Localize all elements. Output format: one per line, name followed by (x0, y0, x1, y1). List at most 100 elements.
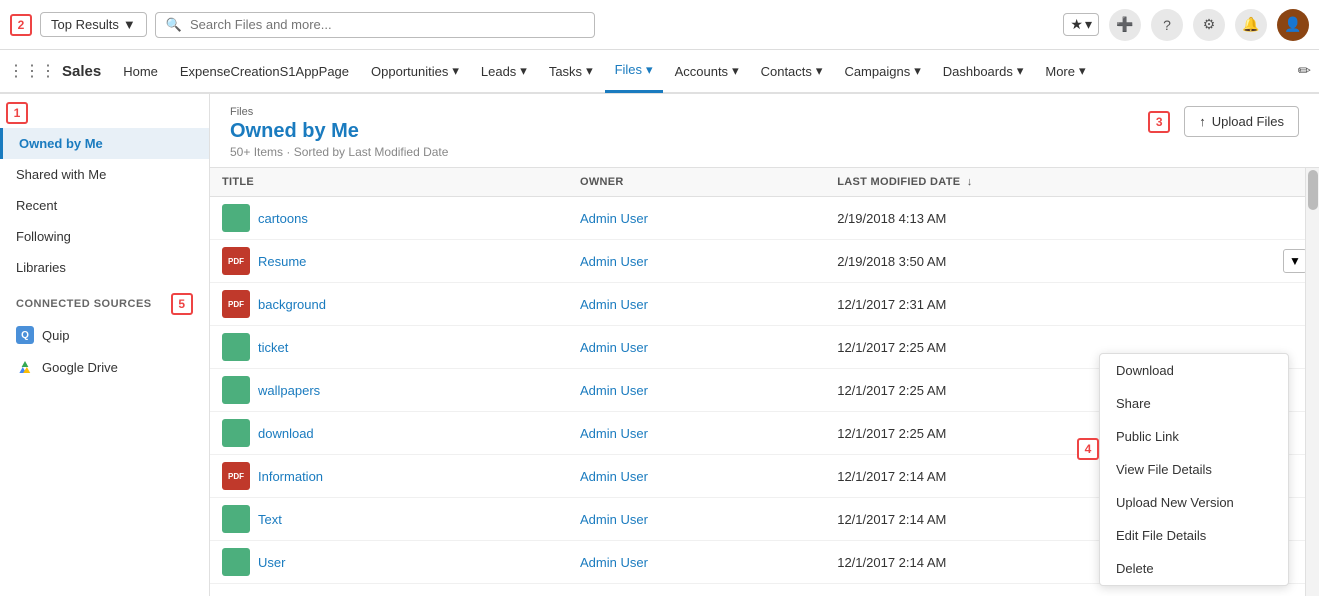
owner-link[interactable]: Admin User (580, 426, 648, 441)
scrollbar-thumb[interactable] (1308, 170, 1318, 210)
notifications-button[interactable]: 🔔 (1235, 9, 1267, 41)
owner-link[interactable]: Admin User (580, 211, 648, 226)
content-header-left: Files Owned by Me 50+ Items · Sorted by … (230, 106, 448, 159)
file-name-link[interactable]: background (258, 297, 326, 312)
file-date-cell: 12/1/2017 2:31 AM (825, 283, 1271, 326)
file-icon (222, 505, 250, 533)
owner-link[interactable]: Admin User (580, 512, 648, 527)
file-name-link[interactable]: ticket (258, 340, 288, 355)
top-results-button[interactable]: Top Results ▼ (40, 12, 147, 37)
nav-item-more[interactable]: More ▾ (1035, 49, 1095, 93)
breadcrumb: Files (230, 106, 448, 118)
nav-logo: ⋮⋮⋮ Sales (8, 61, 101, 81)
owner-link[interactable]: Admin User (580, 297, 648, 312)
page-title: Owned by Me (230, 120, 448, 143)
search-input[interactable] (190, 17, 584, 32)
dropdown-menu-item[interactable]: Edit File Details (1100, 519, 1288, 552)
sidebar-item-libraries[interactable]: Libraries (0, 252, 209, 283)
file-owner-cell: Admin User (568, 369, 825, 412)
owner-link[interactable]: Admin User (580, 340, 648, 355)
file-icon: PDF (222, 247, 250, 275)
file-name-link[interactable]: cartoons (258, 211, 308, 226)
sort-icon: ↓ (967, 176, 973, 188)
edit-nav-icon[interactable]: ✏ (1298, 61, 1311, 81)
sidebar-item-recent[interactable]: Recent (0, 190, 209, 221)
file-icon: PDF (222, 290, 250, 318)
table-header-row: TITLE OWNER LAST MODIFIED DATE ↓ (210, 168, 1319, 197)
settings-button[interactable]: ⚙ (1193, 9, 1225, 41)
nav-label-accounts: Accounts (675, 64, 728, 79)
sidebar-item-following[interactable]: Following (0, 221, 209, 252)
nav-item-campaigns[interactable]: Campaigns ▾ (834, 49, 930, 93)
owner-link[interactable]: Admin User (580, 469, 648, 484)
file-title-cell: cartoons (210, 197, 568, 240)
file-icon: PDF (222, 462, 250, 490)
sidebar-label-recent: Recent (16, 198, 57, 213)
file-name-link[interactable]: User (258, 555, 285, 570)
nav-item-dashboards[interactable]: Dashboards ▾ (933, 49, 1034, 93)
file-name-link[interactable]: download (258, 426, 314, 441)
chevron-down-icon-files: ▾ (646, 62, 653, 78)
nav-label-opportunities: Opportunities (371, 64, 448, 79)
file-icon (222, 333, 250, 361)
file-owner-cell: Admin User (568, 498, 825, 541)
owner-link[interactable]: Admin User (580, 555, 648, 570)
owner-link[interactable]: Admin User (580, 254, 648, 269)
nav-item-expense[interactable]: ExpenseCreationS1AppPage (170, 49, 359, 93)
file-name-link[interactable]: Text (258, 512, 282, 527)
avatar[interactable]: 👤 (1277, 9, 1309, 41)
add-button[interactable]: ➕ (1109, 9, 1141, 41)
nav-item-accounts[interactable]: Accounts ▾ (665, 49, 749, 93)
grid-icon[interactable]: ⋮⋮⋮ (8, 61, 56, 81)
dropdown-menu-item[interactable]: Public Link (1100, 420, 1288, 453)
chevron-down-icon-campaigns: ▾ (914, 63, 921, 79)
favorites-button[interactable]: ★ ▾ (1063, 13, 1099, 36)
nav-item-opportunities[interactable]: Opportunities ▾ (361, 49, 469, 93)
col-title: TITLE (210, 168, 568, 197)
sidebar-item-google-drive[interactable]: Google Drive (0, 351, 209, 383)
row-dropdown-button[interactable]: ▼ (1283, 249, 1307, 273)
dropdown-menu-item[interactable]: Delete (1100, 552, 1288, 585)
sidebar-item-owned-by-me[interactable]: Owned by Me (0, 128, 209, 159)
nav-item-leads[interactable]: Leads ▾ (471, 49, 537, 93)
file-icon (222, 376, 250, 404)
sidebar-label-gdrive: Google Drive (42, 360, 118, 375)
app-name: Sales (62, 63, 101, 80)
dropdown-menu-item[interactable]: Share (1100, 387, 1288, 420)
chevron-down-icon-more: ▾ (1079, 63, 1086, 79)
nav-item-tasks[interactable]: Tasks ▾ (539, 49, 603, 93)
sidebar-item-quip[interactable]: Q Quip (0, 319, 209, 351)
owner-link[interactable]: Admin User (580, 383, 648, 398)
dropdown-menu-item[interactable]: Download (1100, 354, 1288, 387)
sidebar-label-owned: Owned by Me (19, 136, 103, 151)
nav-item-home[interactable]: Home (113, 49, 168, 93)
main-layout: 1 Owned by Me Shared with Me Recent Foll… (0, 94, 1319, 596)
file-name-link[interactable]: Information (258, 469, 323, 484)
file-icon (222, 419, 250, 447)
sidebar-item-shared-with-me[interactable]: Shared with Me (0, 159, 209, 190)
file-name-link[interactable]: wallpapers (258, 383, 320, 398)
help-button[interactable]: ? (1151, 9, 1183, 41)
table-row: PDF Resume Admin User 2/19/2018 3:50 AM … (210, 240, 1319, 283)
annotation-badge-2: 2 (10, 14, 32, 36)
scrollbar[interactable] (1305, 168, 1319, 596)
nav-item-contacts[interactable]: Contacts ▾ (751, 49, 833, 93)
nav-label-more: More (1045, 64, 1075, 79)
dropdown-menu-item[interactable]: Upload New Version (1100, 486, 1288, 519)
file-name-link[interactable]: Resume (258, 254, 306, 269)
nav-bar: ⋮⋮⋮ Sales Home ExpenseCreationS1AppPage … (0, 50, 1319, 94)
connected-sources-header: CONNECTED SOURCES 5 (0, 283, 209, 319)
nav-item-files[interactable]: Files ▾ (605, 49, 663, 93)
file-date-cell: 2/19/2018 4:13 AM (825, 197, 1271, 240)
upload-files-button[interactable]: ↑ Upload Files (1184, 106, 1299, 137)
file-owner-cell: Admin User (568, 455, 825, 498)
top-bar-left: 2 Top Results ▼ 🔍 (10, 12, 595, 38)
dropdown-menu-item[interactable]: View File Details (1100, 453, 1288, 486)
top-bar: 2 Top Results ▼ 🔍 ★ ▾ ➕ ? ⚙ 🔔 👤 (0, 0, 1319, 50)
chevron-down-icon-2: ▾ (1085, 16, 1092, 33)
annotation-badge-4: 4 (1077, 438, 1099, 460)
content-header: Files Owned by Me 50+ Items · Sorted by … (210, 94, 1319, 168)
chevron-down-icon: ▼ (123, 17, 136, 32)
file-owner-cell: Admin User (568, 541, 825, 584)
nav-label-dashboards: Dashboards (943, 64, 1013, 79)
